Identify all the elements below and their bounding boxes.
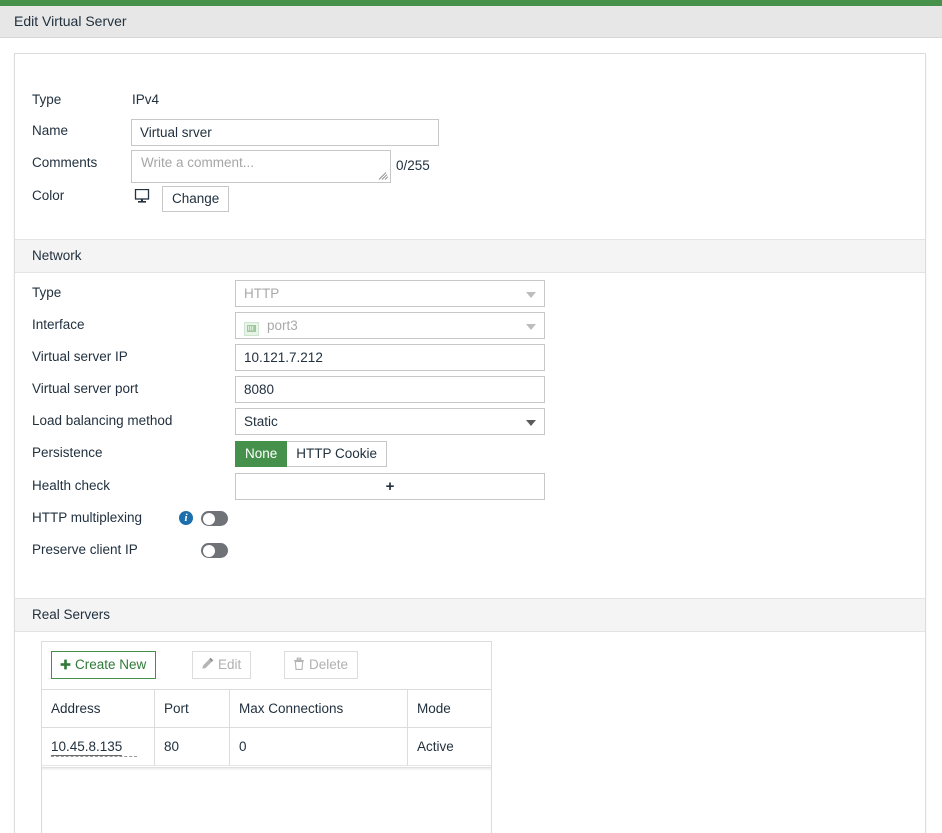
interface-label: Interface: [32, 317, 85, 332]
chevron-down-icon: [526, 324, 536, 330]
row-load-balancing-method: Load balancing method Static: [15, 407, 925, 439]
real-servers-table: Address Port Max Connections Mode 10.45.…: [41, 689, 492, 833]
virtual-server-port-label: Virtual server port: [32, 381, 139, 396]
row-color: Color Change: [15, 182, 925, 214]
row-virtual-server-ip: Virtual server IP 10.121.7.212: [15, 343, 925, 375]
ethernet-port-icon: [244, 319, 259, 338]
cell-mode: Active: [407, 728, 493, 766]
type-value: IPv4: [132, 92, 160, 107]
row-comments: Comments Write a comment... 0/255: [15, 149, 925, 185]
column-header-mode: Mode: [407, 690, 493, 728]
real-servers-section-header: Real Servers: [15, 598, 925, 632]
table-header-row: Address Port Max Connections Mode: [42, 690, 491, 728]
interface-select[interactable]: port3: [235, 312, 545, 339]
persistence-segmented-control: None HTTP Cookie: [235, 441, 388, 467]
create-new-label: Create New: [75, 657, 147, 672]
row-persistence: Persistence None HTTP Cookie: [15, 439, 925, 471]
toggle-knob: [202, 512, 215, 525]
color-label: Color: [32, 188, 65, 203]
monitor-icon: [134, 188, 150, 203]
trash-icon: [293, 653, 305, 679]
health-check-label: Health check: [32, 478, 111, 493]
network-section-header: Network: [15, 239, 925, 273]
preserve-client-ip-toggle[interactable]: [201, 543, 228, 558]
interface-value: port3: [267, 318, 298, 333]
cell-max-connections: 0: [229, 728, 407, 766]
delete-button[interactable]: Delete: [284, 651, 359, 679]
chevron-down-icon: [526, 292, 536, 298]
table-row[interactable]: 10.45.8.135 80 0 Active: [42, 728, 491, 766]
persistence-option-none[interactable]: None: [235, 441, 288, 467]
virtual-server-ip-label: Virtual server IP: [32, 349, 128, 364]
network-section-title: Network: [32, 248, 82, 263]
edit-button[interactable]: Edit: [192, 651, 252, 679]
toggle-knob: [202, 544, 215, 557]
real-servers-section-title: Real Servers: [32, 607, 111, 622]
name-input[interactable]: Virtual srver: [131, 119, 439, 146]
http-multiplexing-toggle[interactable]: [201, 511, 228, 526]
persistence-label: Persistence: [32, 445, 103, 460]
delete-label: Delete: [309, 657, 349, 672]
address-dashed-underline: [51, 756, 137, 757]
virtual-server-port-input[interactable]: 8080: [235, 376, 545, 403]
column-header-max-connections: Max Connections: [229, 690, 407, 728]
table-empty-area: [42, 767, 491, 833]
comments-placeholder: Write a comment...: [141, 155, 255, 170]
color-change-button[interactable]: Change: [162, 186, 230, 212]
column-header-address: Address: [51, 701, 101, 716]
real-servers-toolbar: Create New Edit Delete: [41, 641, 492, 689]
load-balancing-method-value: Static: [244, 414, 278, 429]
chevron-down-icon: [526, 420, 536, 426]
persistence-option-http-cookie[interactable]: HTTP Cookie: [287, 441, 388, 467]
info-icon[interactable]: i: [179, 511, 193, 525]
address-value[interactable]: 10.45.8.135: [51, 739, 123, 756]
comments-character-counter: 0/255: [396, 158, 430, 173]
network-type-value: HTTP: [244, 286, 280, 301]
edit-virtual-server-form: Type IPv4 Name Virtual srver Comments Wr…: [14, 53, 926, 833]
create-new-button[interactable]: Create New: [51, 651, 157, 679]
row-network-type: Type HTTP: [15, 279, 925, 311]
virtual-server-ip-input[interactable]: 10.121.7.212: [235, 344, 545, 371]
comments-input[interactable]: Write a comment...: [131, 150, 391, 183]
pencil-icon: [201, 653, 214, 679]
plus-icon: [60, 653, 71, 679]
cell-address: 10.45.8.135: [42, 728, 154, 766]
comments-label: Comments: [32, 155, 98, 170]
row-http-multiplexing: HTTP multiplexing i: [15, 504, 925, 536]
column-header-port: Port: [154, 690, 229, 728]
row-health-check: Health check +: [15, 472, 925, 504]
page-title: Edit Virtual Server: [14, 13, 127, 29]
cell-port: 80: [154, 728, 229, 766]
row-virtual-server-port: Virtual server port 8080: [15, 375, 925, 407]
load-balancing-method-select[interactable]: Static: [235, 408, 545, 435]
row-name: Name Virtual srver: [15, 117, 925, 149]
http-multiplexing-label: HTTP multiplexing: [32, 510, 143, 525]
load-balancing-method-label: Load balancing method: [32, 413, 173, 428]
edit-label: Edit: [218, 657, 242, 672]
network-type-label: Type: [32, 285, 62, 300]
type-label: Type: [32, 92, 62, 107]
health-check-add-button[interactable]: +: [235, 473, 545, 500]
comments-resize-handle[interactable]: [378, 170, 389, 180]
name-label: Name: [32, 123, 69, 138]
row-type: Type IPv4: [15, 86, 925, 118]
row-preserve-client-ip: Preserve client IP: [15, 536, 925, 568]
network-type-select[interactable]: HTTP: [235, 280, 545, 307]
window-title-bar: Edit Virtual Server: [0, 6, 942, 38]
preserve-client-ip-label: Preserve client IP: [32, 542, 138, 557]
row-interface: Interface port3: [15, 311, 925, 343]
